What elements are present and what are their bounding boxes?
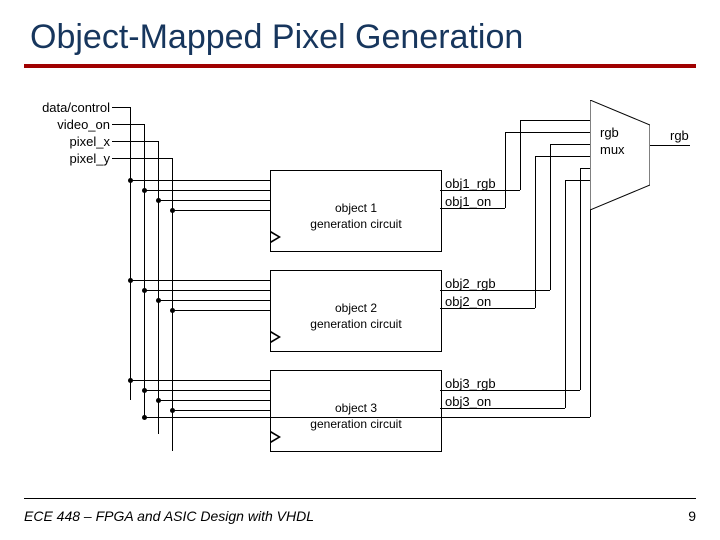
wire	[158, 400, 270, 401]
wire	[505, 132, 590, 133]
wire	[505, 132, 506, 208]
junction-dot	[142, 188, 147, 193]
footer-rule	[24, 498, 696, 499]
wire	[158, 200, 270, 201]
wire	[535, 156, 536, 308]
label-obj1-rgb: obj1_rgb	[445, 176, 496, 191]
block-object-3-line1: object 3	[271, 401, 441, 415]
clock-icon	[271, 431, 281, 443]
wire	[535, 156, 590, 157]
junction-dot	[128, 378, 133, 383]
wire	[130, 180, 270, 181]
wire	[565, 180, 566, 408]
label-video-on: video_on	[57, 117, 110, 132]
junction-dot	[170, 308, 175, 313]
label-pixel-y: pixel_y	[70, 151, 110, 166]
wire	[550, 144, 590, 145]
label-obj1-on: obj1_on	[445, 194, 491, 209]
wire	[440, 308, 535, 309]
junction-dot	[156, 298, 161, 303]
footer-page-number: 9	[688, 508, 696, 524]
slide-title: Object-Mapped Pixel Generation	[30, 18, 523, 57]
label-obj3-rgb: obj3_rgb	[445, 376, 496, 391]
block-object-3: object 3 generation circuit	[270, 370, 442, 452]
junction-dot	[156, 198, 161, 203]
title-rule	[24, 64, 696, 68]
block-object-1-line2: generation circuit	[271, 217, 441, 231]
block-object-2-line1: object 2	[271, 301, 441, 315]
wire	[158, 300, 270, 301]
wire	[172, 310, 270, 311]
wire	[440, 390, 580, 391]
wire	[130, 280, 270, 281]
wire	[112, 107, 130, 108]
block-diagram: data/control video_on pixel_x pixel_y ob…	[20, 90, 700, 490]
wire	[565, 180, 590, 181]
mux-label-line2: mux	[600, 142, 625, 157]
junction-dot	[142, 288, 147, 293]
wire	[580, 168, 590, 169]
junction-dot	[170, 408, 175, 413]
label-obj2-rgb: obj2_rgb	[445, 276, 496, 291]
wire	[172, 410, 270, 411]
label-obj2-on: obj2_on	[445, 294, 491, 309]
wire	[172, 210, 270, 211]
wire	[130, 380, 270, 381]
wire	[580, 168, 581, 390]
wire	[440, 290, 550, 291]
wire	[112, 141, 158, 142]
label-data-control: data/control	[42, 100, 110, 115]
wire	[590, 190, 591, 417]
junction-dot	[128, 278, 133, 283]
wire	[144, 390, 270, 391]
block-object-1-line1: object 1	[271, 201, 441, 215]
footer-course: ECE 448 – FPGA and ASIC Design with VHDL	[24, 508, 314, 524]
label-obj3-on: obj3_on	[445, 394, 491, 409]
wire	[650, 145, 690, 146]
wire	[550, 144, 551, 290]
bus-data-control	[130, 107, 131, 400]
wire	[144, 190, 270, 191]
wire	[440, 408, 565, 409]
wire	[520, 120, 590, 121]
block-object-2-line2: generation circuit	[271, 317, 441, 331]
label-rgb-out: rgb	[670, 128, 689, 143]
wire	[520, 120, 521, 190]
mux-label-line1: rgb	[600, 125, 619, 140]
wire	[112, 158, 172, 159]
block-object-2: object 2 generation circuit	[270, 270, 442, 352]
junction-dot	[142, 388, 147, 393]
junction-dot	[156, 398, 161, 403]
wire	[144, 290, 270, 291]
wire	[112, 124, 144, 125]
block-object-3-line2: generation circuit	[271, 417, 441, 431]
clock-icon	[271, 231, 281, 243]
block-object-1: object 1 generation circuit	[270, 170, 442, 252]
clock-icon	[271, 331, 281, 343]
bus-video-on	[144, 124, 145, 417]
wire	[440, 190, 520, 191]
junction-dot	[170, 208, 175, 213]
wire	[440, 208, 505, 209]
junction-dot	[128, 178, 133, 183]
junction-dot	[142, 415, 147, 420]
wire	[144, 417, 590, 418]
label-pixel-x: pixel_x	[70, 134, 110, 149]
